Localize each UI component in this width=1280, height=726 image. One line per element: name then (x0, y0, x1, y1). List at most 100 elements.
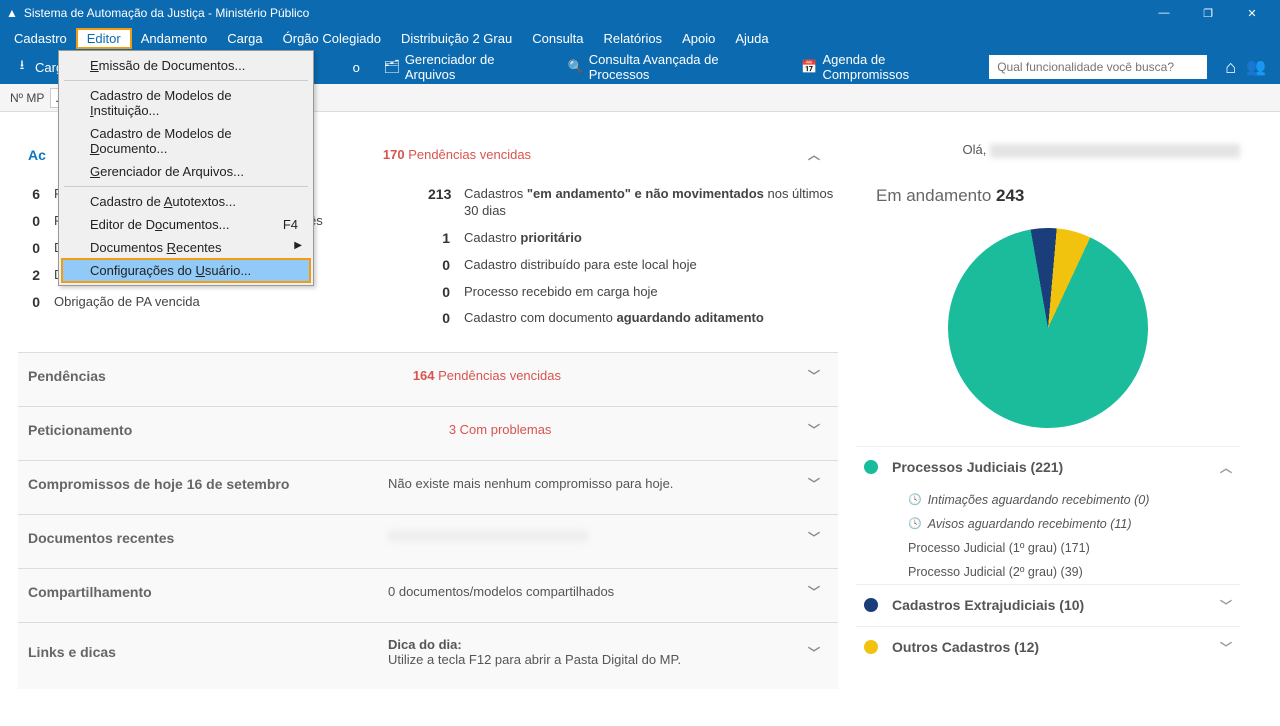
stat-number: 1 (428, 230, 464, 246)
legend-cadastros-extrajudiciais[interactable]: Cadastros Extrajudiciais (10) ﹀ (856, 584, 1240, 626)
count: 3 (449, 422, 456, 437)
menu-carga[interactable]: Carga (217, 29, 272, 48)
greeting: Olá, (856, 132, 1240, 178)
stat-row[interactable]: 0Cadastro com documento aguardando adita… (428, 305, 838, 332)
stat-number: 0 (18, 213, 54, 229)
panel-header[interactable]: Links e dicas Dica do dia: Utilize a tec… (18, 623, 838, 681)
panel-subtitle: Não existe mais nenhum compromisso para … (388, 476, 808, 491)
legend-sub-item[interactable]: Processo Judicial (1º grau) (171) (856, 536, 1240, 560)
menu-cadastro-modelos-instituicao[interactable]: Cadastro de Modelos de Instituição... (62, 84, 310, 122)
shortcut-label: F4 (283, 217, 298, 232)
toolbar-gerenciador-arquivos[interactable]: 🗂Gerenciador de Arquivos (378, 48, 550, 86)
folder-icon: 🗂 (384, 59, 400, 75)
stat-row[interactable]: 1Cadastro prioritário (428, 225, 838, 252)
chevron-up-icon: ︿ (808, 146, 828, 163)
maximize-button[interactable]: ❐ (1186, 0, 1230, 26)
home-icon[interactable]: ⌂ (1225, 57, 1236, 78)
menu-configuracoes-usuario[interactable]: Configurações do Usuário... (62, 259, 310, 282)
stat-text: Cadastros "em andamento" e não movimenta… (464, 186, 838, 220)
panel-header[interactable]: Compartilhamento 0 documentos/modelos co… (18, 569, 838, 614)
menu-cadastro-autotextos[interactable]: Cadastro de Autotextos... (62, 190, 310, 213)
chevron-up-icon: ︿ (1220, 459, 1232, 476)
menu-gerenciador-arquivos[interactable]: Gerenciador de Arquivos... (62, 160, 310, 183)
count: 170 (383, 147, 405, 162)
panel-pendencias: Pendências 164 Pendências vencidas ﹀ (18, 352, 838, 406)
menu-apoio[interactable]: Apoio (672, 29, 725, 48)
menu-relatorios[interactable]: Relatórios (594, 29, 673, 48)
toolbar-search (989, 55, 1207, 79)
panel-title: Compromissos de hoje 16 de setembro (28, 476, 388, 492)
legend-processos-judiciais[interactable]: Processos Judiciais (221) ︿ (856, 446, 1240, 488)
stat-text: Processo recebido em carga hoje (464, 284, 838, 301)
download-icon: ⭳ (14, 59, 30, 75)
panel-subtitle: 3 Com problemas (132, 422, 808, 437)
legend-sub-text: Processo Judicial (1º grau) (171) (908, 541, 1090, 555)
menubar: Cadastro Editor Andamento Carga Órgão Co… (0, 26, 1280, 50)
panel-subtitle: 164 Pendências vencidas (106, 368, 808, 383)
legend-sub-item[interactable]: 🕓Avisos aguardando recebimento (11) (856, 512, 1240, 536)
legend-sub-item[interactable]: 🕓Intimações aguardando recebimento (0) (856, 488, 1240, 512)
chevron-down-icon: ﹀ (1220, 639, 1232, 656)
stat-row[interactable]: 0Obrigação de PA vencida (18, 289, 428, 316)
menu-andamento[interactable]: Andamento (131, 29, 218, 48)
menu-emissao-documentos[interactable]: Emissão de Documentos... (62, 54, 310, 77)
legend-label: Outros Cadastros (12) (892, 639, 1039, 655)
legend-label: Cadastros Extrajudiciais (10) (892, 597, 1084, 613)
menu-editor[interactable]: Editor (77, 29, 131, 48)
menu-cadastro[interactable]: Cadastro (4, 29, 77, 48)
minimize-button[interactable]: — (1142, 0, 1186, 26)
stat-number: 0 (428, 284, 464, 300)
stat-number: 2 (18, 267, 54, 283)
menu-editor-documentos[interactable]: Editor de Documentos...F4 (62, 213, 310, 236)
legend-dot-icon (864, 640, 878, 654)
panel-header[interactable]: Pendências 164 Pendências vencidas ﹀ (18, 353, 838, 398)
toolbar-unknown[interactable]: o (347, 56, 366, 79)
stat-text: Cadastro com documento aguardando aditam… (464, 310, 838, 327)
user-name-blur (990, 144, 1240, 158)
chevron-down-icon: ﹀ (808, 367, 828, 384)
legend-sub-text: Avisos aguardando recebimento (11) (928, 517, 1132, 531)
toolbar-label: Consulta Avançada de Processos (589, 52, 778, 82)
panel-peticionamento: Peticionamento 3 Com problemas ﹀ (18, 406, 838, 460)
menu-orgao-colegiado[interactable]: Órgão Colegiado (273, 29, 391, 48)
panel-subtitle: Dica do dia: Utilize a tecla F12 para ab… (388, 637, 808, 667)
menu-ajuda[interactable]: Ajuda (725, 29, 778, 48)
panel-header[interactable]: Compromissos de hoje 16 de setembro Não … (18, 461, 838, 506)
panel-title: Pendências (28, 368, 106, 384)
toolbar-label: o (353, 60, 360, 75)
menu-consulta[interactable]: Consulta (522, 29, 593, 48)
panel-subtitle (388, 530, 808, 545)
toolbar-consulta-avancada[interactable]: 🔍 Consulta Avançada de Processos (562, 48, 784, 86)
chevron-down-icon: ﹀ (808, 421, 828, 438)
toolbar-agenda[interactable]: 📅Agenda de Compromissos (795, 48, 977, 86)
menu-documentos-recentes[interactable]: Documentos Recentes▶ (62, 236, 310, 259)
titlebar: ▲ Sistema de Automação da Justiça - Mini… (0, 0, 1280, 26)
menu-cadastro-modelos-documento[interactable]: Cadastro de Modelos de Documento... (62, 122, 310, 160)
side-panel: Olá, Em andamento 243 Processos Judiciai… (856, 112, 1254, 726)
panel-header[interactable]: Peticionamento 3 Com problemas ﹀ (18, 407, 838, 452)
chevron-down-icon: ﹀ (808, 644, 828, 661)
legend-outros-cadastros[interactable]: Outros Cadastros (12) ﹀ (856, 626, 1240, 668)
stat-number: 0 (18, 240, 54, 256)
panel-subtitle: 0 documentos/modelos compartilhados (388, 584, 808, 599)
label: Pendências vencidas (408, 147, 531, 162)
legend-dot-icon (864, 598, 878, 612)
label: Com problemas (460, 422, 552, 437)
label: Pendências vencidas (438, 368, 561, 383)
stat-row[interactable]: 213Cadastros "em andamento" e não movime… (428, 181, 838, 225)
stat-row[interactable]: 0Cadastro distribuído para este local ho… (428, 252, 838, 279)
id-label: Nº MP (10, 91, 44, 105)
panel-header[interactable]: Documentos recentes ﹀ (18, 515, 838, 560)
users-icon[interactable]: 👥 (1246, 57, 1266, 78)
separator (64, 186, 308, 187)
search-icon: 🔍 (568, 59, 584, 75)
close-button[interactable]: ✕ (1230, 0, 1274, 26)
chevron-down-icon: ﹀ (808, 475, 828, 492)
stat-row[interactable]: 0Processo recebido em carga hoje (428, 279, 838, 306)
menu-distribuicao[interactable]: Distribuição 2 Grau (391, 29, 522, 48)
panel-title: Compartilhamento (28, 584, 388, 600)
legend-sub-item[interactable]: Processo Judicial (2º grau) (39) (856, 560, 1240, 584)
search-input[interactable] (989, 55, 1207, 79)
app-icon: ▲ (6, 6, 18, 20)
tip-title: Dica do dia: (388, 637, 462, 652)
